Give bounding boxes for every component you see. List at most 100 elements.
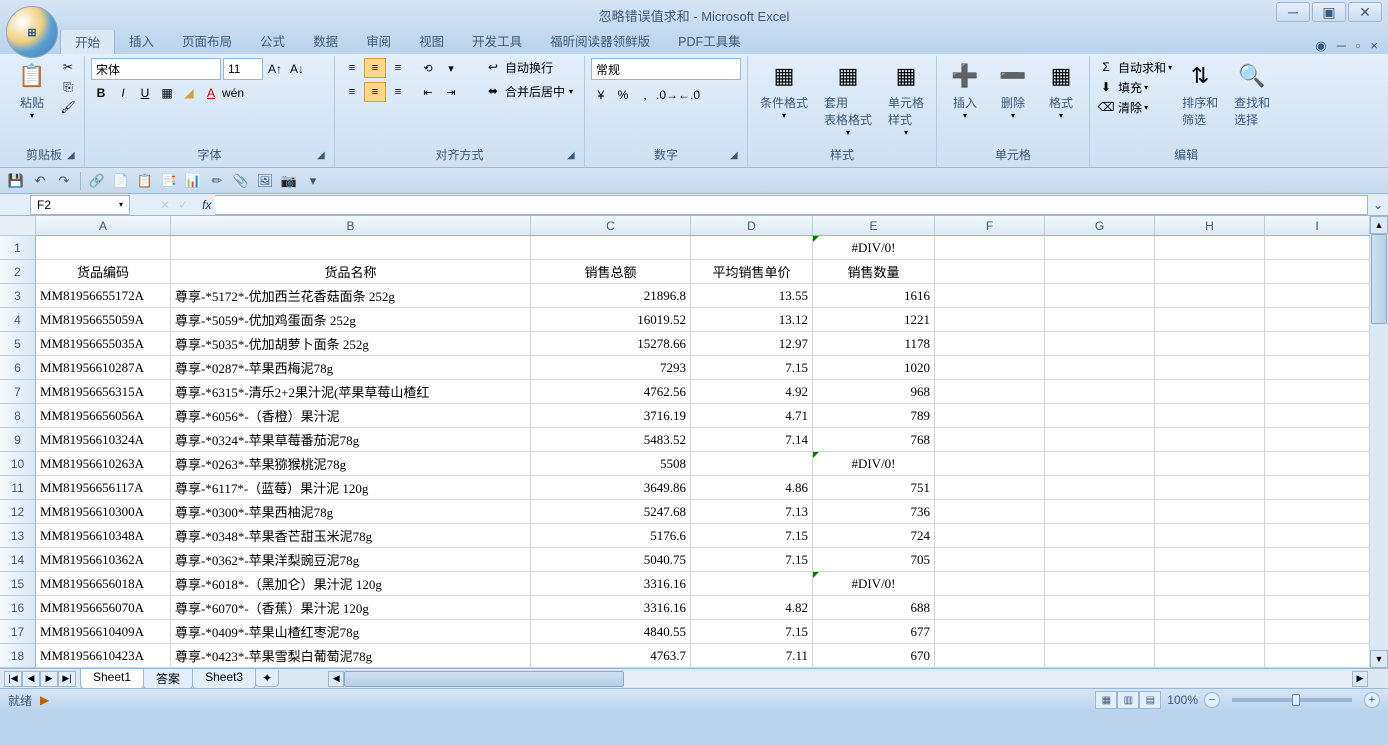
cell-I18[interactable] xyxy=(1265,644,1370,668)
cell-B5[interactable]: 尊享-*5035*-优加胡萝卜面条 252g xyxy=(171,332,531,356)
cell-H6[interactable] xyxy=(1155,356,1265,380)
cell-G5[interactable] xyxy=(1045,332,1155,356)
cell-D14[interactable]: 7.15 xyxy=(691,548,813,572)
cell-G1[interactable] xyxy=(1045,236,1155,260)
row-header-2[interactable]: 2 xyxy=(0,260,36,284)
orientation-drop[interactable]: ▾ xyxy=(440,58,462,78)
cell-G7[interactable] xyxy=(1045,380,1155,404)
font-launcher[interactable]: ◢ xyxy=(317,150,331,164)
align-bottom-button[interactable]: ≡ xyxy=(387,58,409,78)
vscroll-thumb[interactable] xyxy=(1371,234,1387,324)
cell-H7[interactable] xyxy=(1155,380,1265,404)
cell-H17[interactable] xyxy=(1155,620,1265,644)
qat-btn-12[interactable]: 📷 xyxy=(279,171,299,191)
cell-E1[interactable]: #DIV/0! xyxy=(813,236,935,260)
fill-color-button[interactable]: ◢ xyxy=(179,84,199,102)
cell-E13[interactable]: 724 xyxy=(813,524,935,548)
cell-F4[interactable] xyxy=(935,308,1045,332)
tab-PDF工具集[interactable]: PDF工具集 xyxy=(664,28,755,54)
cell-B14[interactable]: 尊享-*0362*-苹果洋梨豌豆泥78g xyxy=(171,548,531,572)
cell-I4[interactable] xyxy=(1265,308,1370,332)
formula-input[interactable] xyxy=(215,195,1368,215)
cell-E2[interactable]: 销售数量 xyxy=(813,260,935,284)
cell-E16[interactable]: 688 xyxy=(813,596,935,620)
cell-F14[interactable] xyxy=(935,548,1045,572)
find-select-button[interactable]: 🔍查找和 选择 xyxy=(1228,58,1276,130)
cut-button[interactable]: ✂ xyxy=(58,58,78,76)
tab-插入[interactable]: 插入 xyxy=(115,28,168,54)
enter-icon[interactable]: ✓ xyxy=(178,198,188,212)
cell-H9[interactable] xyxy=(1155,428,1265,452)
sheet-tab-Sheet1[interactable]: Sheet1 xyxy=(80,669,144,689)
scroll-down-button[interactable]: ▼ xyxy=(1370,650,1388,668)
zoom-slider[interactable] xyxy=(1232,698,1352,702)
cell-I9[interactable] xyxy=(1265,428,1370,452)
row-header-10[interactable]: 10 xyxy=(0,452,36,476)
cell-E17[interactable]: 677 xyxy=(813,620,935,644)
col-header-C[interactable]: C xyxy=(531,216,691,236)
align-right-button[interactable]: ≡ xyxy=(387,82,409,102)
copy-button[interactable]: ⎘ xyxy=(58,78,78,96)
cell-F7[interactable] xyxy=(935,380,1045,404)
cell-B3[interactable]: 尊享-*5172*-优加西兰花香菇面条 252g xyxy=(171,284,531,308)
cell-G9[interactable] xyxy=(1045,428,1155,452)
col-header-H[interactable]: H xyxy=(1155,216,1265,236)
cell-C11[interactable]: 3649.86 xyxy=(531,476,691,500)
comma-button[interactable]: , xyxy=(635,86,655,104)
tab-审阅[interactable]: 审阅 xyxy=(352,28,405,54)
zoom-in-button[interactable]: + xyxy=(1364,692,1380,708)
row-header-16[interactable]: 16 xyxy=(0,596,36,620)
cell-C5[interactable]: 15278.66 xyxy=(531,332,691,356)
cell-C8[interactable]: 3716.19 xyxy=(531,404,691,428)
close-button[interactable]: ✕ xyxy=(1348,2,1382,22)
cell-F6[interactable] xyxy=(935,356,1045,380)
orientation-button[interactable]: ⟲ xyxy=(417,58,439,78)
cell-G8[interactable] xyxy=(1045,404,1155,428)
tab-数据[interactable]: 数据 xyxy=(299,28,352,54)
underline-button[interactable]: U xyxy=(135,84,155,102)
tab-页面布局[interactable]: 页面布局 xyxy=(168,28,246,54)
cell-A9[interactable]: MM81956610324A xyxy=(36,428,171,452)
cell-F17[interactable] xyxy=(935,620,1045,644)
cell-F13[interactable] xyxy=(935,524,1045,548)
cell-B18[interactable]: 尊享-*0423*-苹果雪梨白葡萄泥78g xyxy=(171,644,531,668)
cell-E6[interactable]: 1020 xyxy=(813,356,935,380)
cell-B11[interactable]: 尊享-*6117*-（蓝莓）果汁泥 120g xyxy=(171,476,531,500)
cell-G6[interactable] xyxy=(1045,356,1155,380)
cell-D15[interactable] xyxy=(691,572,813,596)
cell-H3[interactable] xyxy=(1155,284,1265,308)
italic-button[interactable]: I xyxy=(113,84,133,102)
horizontal-scrollbar[interactable]: ◀ ▶ xyxy=(328,671,1368,687)
cell-D16[interactable]: 4.82 xyxy=(691,596,813,620)
cell-C15[interactable]: 3316.16 xyxy=(531,572,691,596)
cell-A18[interactable]: MM81956610423A xyxy=(36,644,171,668)
ribbon-restore-icon[interactable]: ▫ xyxy=(1356,38,1361,54)
font-name-select[interactable] xyxy=(91,58,221,80)
cell-G14[interactable] xyxy=(1045,548,1155,572)
cell-D8[interactable]: 4.71 xyxy=(691,404,813,428)
cell-I14[interactable] xyxy=(1265,548,1370,572)
row-header-3[interactable]: 3 xyxy=(0,284,36,308)
cell-D7[interactable]: 4.92 xyxy=(691,380,813,404)
cell-H4[interactable] xyxy=(1155,308,1265,332)
paste-button[interactable]: 📋 粘贴 ▾ xyxy=(10,58,54,122)
align-middle-button[interactable]: ≡ xyxy=(364,58,386,78)
cell-C6[interactable]: 7293 xyxy=(531,356,691,380)
cell-H12[interactable] xyxy=(1155,500,1265,524)
insert-button[interactable]: ➕插入▾ xyxy=(943,58,987,122)
cell-E8[interactable]: 789 xyxy=(813,404,935,428)
zoom-thumb[interactable] xyxy=(1292,694,1300,706)
format-painter-button[interactable]: 🖌 xyxy=(58,98,78,116)
qat-btn-8[interactable]: 📊 xyxy=(183,171,203,191)
cell-D12[interactable]: 7.13 xyxy=(691,500,813,524)
row-header-17[interactable]: 17 xyxy=(0,620,36,644)
cell-D17[interactable]: 7.15 xyxy=(691,620,813,644)
cell-A2[interactable]: 货品编码 xyxy=(36,260,171,284)
cell-G15[interactable] xyxy=(1045,572,1155,596)
page-break-view-button[interactable]: ▤ xyxy=(1139,691,1161,709)
cell-H15[interactable] xyxy=(1155,572,1265,596)
qat-btn-7[interactable]: 📑 xyxy=(159,171,179,191)
number-format-select[interactable] xyxy=(591,58,741,80)
qat-btn-9[interactable]: ✏ xyxy=(207,171,227,191)
percent-button[interactable]: % xyxy=(613,86,633,104)
